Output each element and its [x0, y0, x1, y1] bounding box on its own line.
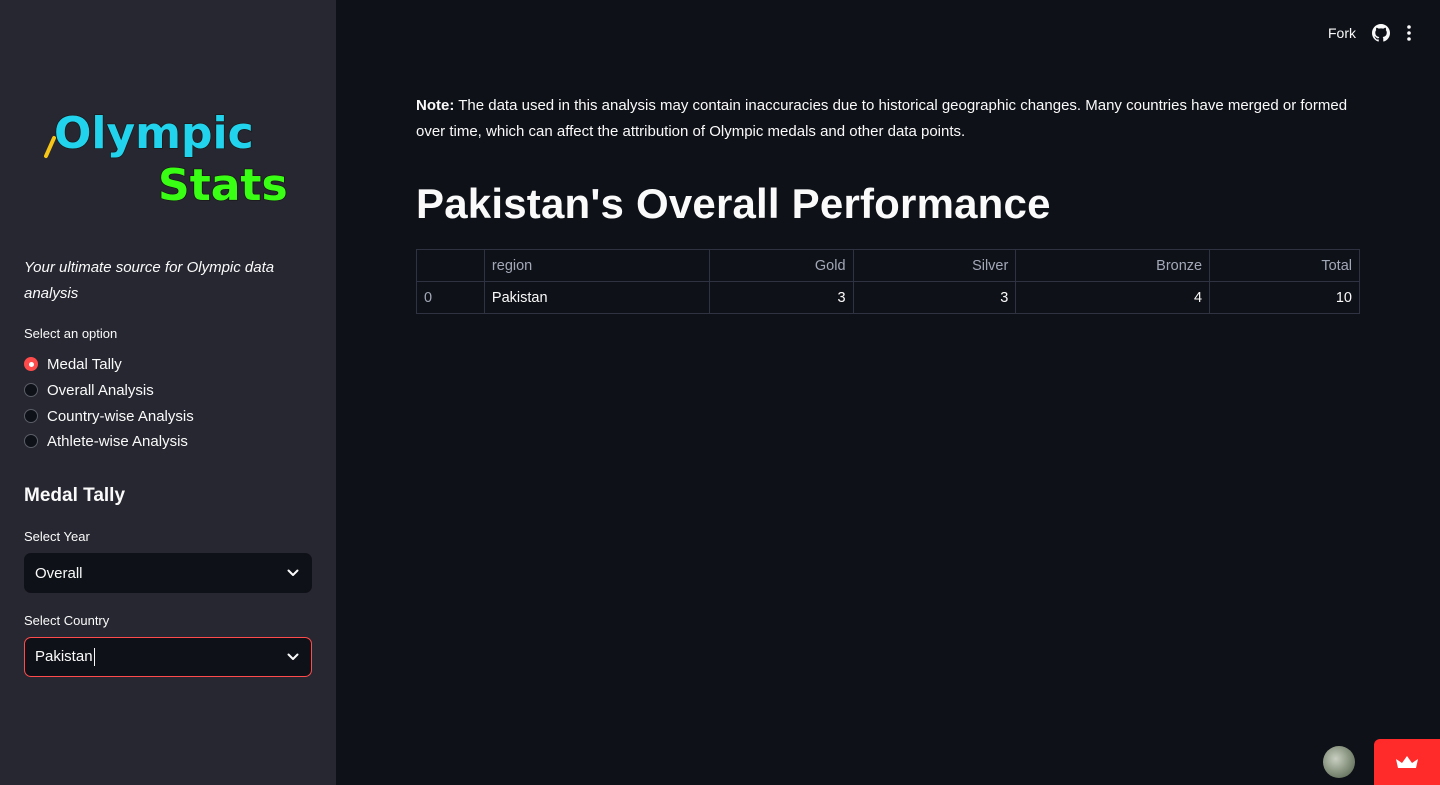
- text-caret: [93, 648, 95, 667]
- column-header-region[interactable]: region: [483, 249, 710, 282]
- country-select-value: Pakistan: [35, 647, 93, 665]
- radio-overall-analysis[interactable]: Overall Analysis: [24, 379, 154, 401]
- chevron-down-icon: [287, 653, 299, 660]
- table-cell-total[interactable]: 10: [1209, 281, 1360, 314]
- note-text: Note: The data used in this analysis may…: [416, 93, 1360, 145]
- header-toolbar: Fork: [1328, 22, 1412, 44]
- github-icon[interactable]: [1372, 24, 1390, 42]
- column-header-silver[interactable]: Silver: [852, 249, 1017, 282]
- year-select[interactable]: Overall: [24, 553, 312, 593]
- radio-label: Athlete-wise Analysis: [47, 432, 188, 450]
- tagline: Your ultimate source for Olympic data an…: [24, 259, 275, 302]
- country-label: Select Country: [24, 613, 110, 628]
- radio-country-wise-analysis[interactable]: Country-wise Analysis: [24, 405, 194, 427]
- chevron-down-icon: [287, 569, 299, 576]
- section-heading: Medal Tally: [24, 485, 126, 506]
- radio-athlete-wise-analysis[interactable]: Athlete-wise Analysis: [24, 430, 188, 452]
- column-header-gold[interactable]: Gold: [708, 249, 854, 282]
- logo-line-2: Stats: [158, 160, 288, 210]
- radio-unchecked-icon: [24, 409, 38, 423]
- note-label: Note:: [416, 97, 455, 114]
- column-header-total[interactable]: Total: [1209, 249, 1360, 282]
- medal-table: region Gold Silver Bronze Total 0 Pakist…: [416, 249, 1360, 314]
- sidebar: Olympic Stats Your ultimate source for O…: [0, 0, 336, 785]
- fork-button[interactable]: Fork: [1328, 25, 1356, 41]
- table-cell-region[interactable]: Pakistan: [483, 281, 710, 314]
- radio-label: Country-wise Analysis: [47, 407, 194, 425]
- streamlit-badge[interactable]: [1374, 739, 1440, 785]
- app: Olympic Stats Your ultimate source for O…: [0, 0, 1440, 785]
- column-header-bronze[interactable]: Bronze: [1015, 249, 1211, 282]
- table-cell-index[interactable]: 0: [416, 281, 485, 314]
- radio-medal-tally[interactable]: Medal Tally: [24, 353, 122, 375]
- table-row: 0 Pakistan 3 3 4 10: [416, 281, 1360, 314]
- table-cell-bronze[interactable]: 4: [1015, 281, 1211, 314]
- table-header-row: region Gold Silver Bronze Total: [416, 249, 1360, 282]
- country-select[interactable]: Pakistan: [24, 637, 312, 677]
- radio-unchecked-icon: [24, 434, 38, 448]
- radio-checked-icon: [24, 357, 38, 371]
- olympic-stats-logo: Olympic Stats: [44, 107, 288, 210]
- note-body: The data used in this analysis may conta…: [416, 97, 1348, 140]
- year-select-value: Overall: [35, 564, 83, 582]
- option-label: Select an option: [24, 326, 118, 341]
- country-select-input[interactable]: Pakistan: [35, 647, 95, 667]
- page-title: Pakistan's Overall Performance: [416, 180, 1051, 227]
- column-header-index[interactable]: [416, 249, 485, 282]
- logo-line-1: Olympic: [54, 108, 254, 159]
- avatar[interactable]: [1323, 746, 1355, 778]
- year-label: Select Year: [24, 529, 90, 544]
- radio-label: Overall Analysis: [47, 381, 154, 399]
- table-cell-gold[interactable]: 3: [708, 281, 854, 314]
- radio-unchecked-icon: [24, 383, 38, 397]
- crown-icon: [1396, 756, 1418, 768]
- radio-label: Medal Tally: [47, 355, 122, 373]
- table-cell-silver[interactable]: 3: [852, 281, 1017, 314]
- more-vertical-icon[interactable]: [1406, 24, 1412, 42]
